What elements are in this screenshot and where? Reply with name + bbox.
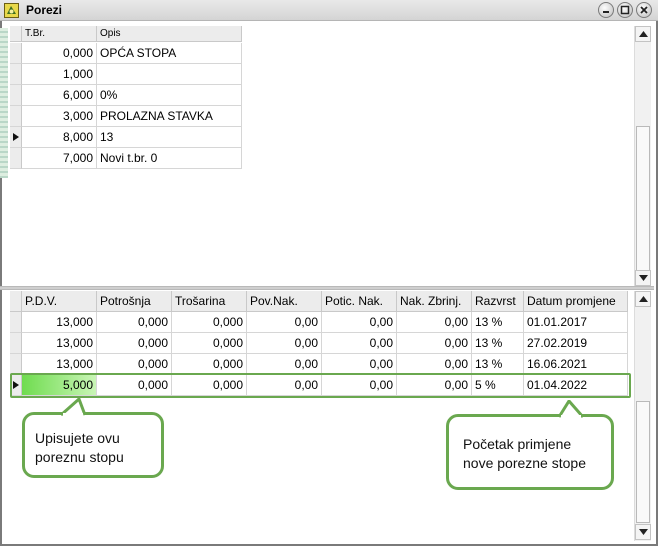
callout-pointer-icon bbox=[557, 400, 585, 418]
row-indicator[interactable] bbox=[10, 312, 22, 333]
app-icon bbox=[4, 3, 19, 18]
row-indicator[interactable] bbox=[10, 354, 22, 375]
column-header-razvrst[interactable]: Razvrst bbox=[472, 291, 524, 312]
cell-pov-nak[interactable]: 0,00 bbox=[247, 312, 322, 333]
close-icon[interactable] bbox=[636, 2, 652, 18]
callout-pointer-icon bbox=[60, 398, 87, 416]
row-indicator[interactable] bbox=[10, 127, 22, 148]
cell-pov-nak[interactable]: 0,00 bbox=[247, 333, 322, 354]
cell-tbr[interactable]: 3,000 bbox=[22, 106, 97, 127]
column-header-datum-promjene[interactable]: Datum promjene bbox=[524, 291, 628, 312]
cell-trosarina[interactable]: 0,000 bbox=[172, 333, 247, 354]
scroll-down-icon[interactable] bbox=[635, 524, 651, 540]
cell-opis[interactable] bbox=[97, 64, 242, 85]
cell-tbr[interactable]: 0,000 bbox=[22, 43, 97, 64]
cell-opis[interactable]: OPĆA STOPA bbox=[97, 43, 242, 64]
cell-nak-zbrinj[interactable]: 0,00 bbox=[397, 312, 472, 333]
window-title: Porezi bbox=[26, 3, 63, 17]
cell-potic-nak[interactable]: 0,00 bbox=[322, 354, 397, 375]
minimize-icon[interactable] bbox=[598, 2, 614, 18]
row-indicator[interactable] bbox=[10, 333, 22, 354]
cell-opis[interactable]: PROLAZNA STAVKA bbox=[97, 106, 242, 127]
cell-potrosnja[interactable]: 0,000 bbox=[97, 354, 172, 375]
column-header-potic-nak[interactable]: Potic. Nak. bbox=[322, 291, 397, 312]
row-indicator[interactable] bbox=[10, 106, 22, 127]
scroll-thumb[interactable] bbox=[636, 401, 650, 523]
top-grid-corner bbox=[10, 26, 22, 42]
callout-left-line2: poreznu stopu bbox=[35, 449, 124, 465]
column-header-trosarina[interactable]: Trošarina bbox=[172, 291, 247, 312]
column-header-nak-zbrinj[interactable]: Nak. Zbrinj. bbox=[397, 291, 472, 312]
cell-potic-nak[interactable]: 0,00 bbox=[322, 333, 397, 354]
cell-razvrst[interactable]: 13 % bbox=[472, 354, 524, 375]
pane-splitter[interactable] bbox=[0, 286, 654, 290]
row-indicator[interactable] bbox=[10, 64, 22, 85]
callout-right-line2: nove porezne stope bbox=[463, 455, 586, 471]
column-header-opis[interactable]: Opis bbox=[97, 26, 242, 42]
scroll-thumb[interactable] bbox=[636, 126, 650, 276]
cell-tbr[interactable]: 6,000 bbox=[22, 85, 97, 106]
top-vertical-scrollbar[interactable] bbox=[634, 26, 651, 286]
cell-datum[interactable]: 01.01.2017 bbox=[524, 312, 628, 333]
maximize-icon[interactable] bbox=[617, 2, 633, 18]
cell-tbr[interactable]: 8,000 bbox=[22, 127, 97, 148]
cell-potrosnja[interactable]: 0,000 bbox=[97, 333, 172, 354]
row-indicator[interactable] bbox=[10, 43, 22, 64]
cell-potic-nak[interactable]: 0,00 bbox=[322, 312, 397, 333]
cell-nak-zbrinj[interactable]: 0,00 bbox=[397, 354, 472, 375]
scroll-up-icon[interactable] bbox=[635, 291, 651, 307]
cell-opis[interactable]: 13 bbox=[97, 127, 242, 148]
cell-trosarina[interactable]: 0,000 bbox=[172, 354, 247, 375]
cell-razvrst[interactable]: 13 % bbox=[472, 312, 524, 333]
callout-enter-rate: Upisujete ovu poreznu stopu bbox=[22, 398, 164, 478]
row-indicator[interactable] bbox=[10, 85, 22, 106]
column-header-pov-nak[interactable]: Pov.Nak. bbox=[247, 291, 322, 312]
cell-datum[interactable]: 27.02.2019 bbox=[524, 333, 628, 354]
new-row-highlight bbox=[10, 373, 631, 398]
scroll-down-icon[interactable] bbox=[635, 270, 651, 286]
row-indicator[interactable] bbox=[10, 148, 22, 169]
cell-datum[interactable]: 16.06.2021 bbox=[524, 354, 628, 375]
scroll-up-icon[interactable] bbox=[635, 26, 651, 42]
bottom-grid-corner bbox=[10, 291, 22, 312]
column-header-pdv[interactable]: P.D.V. bbox=[22, 291, 97, 312]
column-header-tbr[interactable]: T.Br. bbox=[22, 26, 97, 42]
callout-right-line1: Početak primjene bbox=[463, 436, 572, 452]
column-header-potrosnja[interactable]: Potrošnja bbox=[97, 291, 172, 312]
cell-tbr[interactable]: 7,000 bbox=[22, 148, 97, 169]
bottom-vertical-scrollbar[interactable] bbox=[634, 291, 651, 541]
cell-potrosnja[interactable]: 0,000 bbox=[97, 312, 172, 333]
cell-pdv[interactable]: 13,000 bbox=[22, 354, 97, 375]
left-edge-strip bbox=[0, 28, 8, 178]
cell-pdv[interactable]: 13,000 bbox=[22, 333, 97, 354]
cell-razvrst[interactable]: 13 % bbox=[472, 333, 524, 354]
callout-left-line1: Upisujete ovu bbox=[35, 430, 120, 446]
cell-nak-zbrinj[interactable]: 0,00 bbox=[397, 333, 472, 354]
cell-pov-nak[interactable]: 0,00 bbox=[247, 354, 322, 375]
cell-opis[interactable]: 0% bbox=[97, 85, 242, 106]
title-bar: Porezi bbox=[0, 0, 658, 21]
callout-start-date: Početak primjene nove porezne stope bbox=[446, 400, 614, 490]
cell-trosarina[interactable]: 0,000 bbox=[172, 312, 247, 333]
cell-tbr[interactable]: 1,000 bbox=[22, 64, 97, 85]
cell-pdv[interactable]: 13,000 bbox=[22, 312, 97, 333]
cell-opis[interactable]: Novi t.br. 0 bbox=[97, 148, 242, 169]
